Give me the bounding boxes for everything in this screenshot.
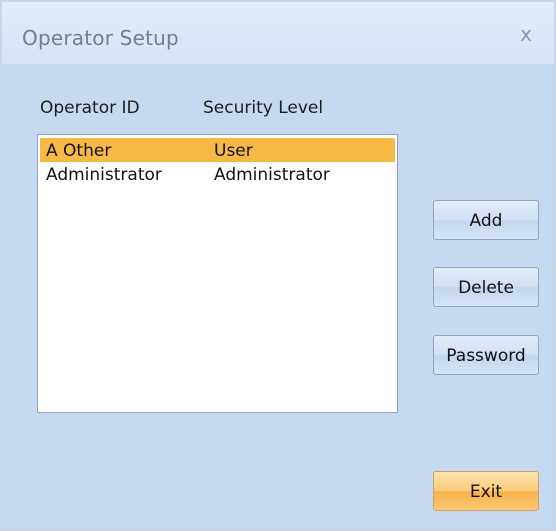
delete-button[interactable]: Delete <box>433 267 539 307</box>
list-item[interactable]: Administrator Administrator <box>40 162 395 186</box>
add-button[interactable]: Add <box>433 200 539 240</box>
security-level-cell: User <box>214 141 253 161</box>
column-header-security-level: Security Level <box>203 98 324 118</box>
title-bar: Operator Setup x <box>2 2 554 64</box>
security-level-cell: Administrator <box>214 165 330 185</box>
operator-list[interactable]: A Other User Administrator Administrator <box>37 134 398 413</box>
operator-id-cell: Administrator <box>46 165 162 185</box>
close-icon[interactable]: x <box>514 22 538 46</box>
operator-setup-window: Operator Setup x Operator ID Security Le… <box>0 0 556 531</box>
exit-button[interactable]: Exit <box>433 471 539 511</box>
window-title: Operator Setup <box>22 26 179 50</box>
password-button[interactable]: Password <box>433 335 539 375</box>
operator-id-cell: A Other <box>46 141 112 161</box>
list-item[interactable]: A Other User <box>40 138 395 162</box>
column-header-operator-id: Operator ID <box>40 98 140 118</box>
